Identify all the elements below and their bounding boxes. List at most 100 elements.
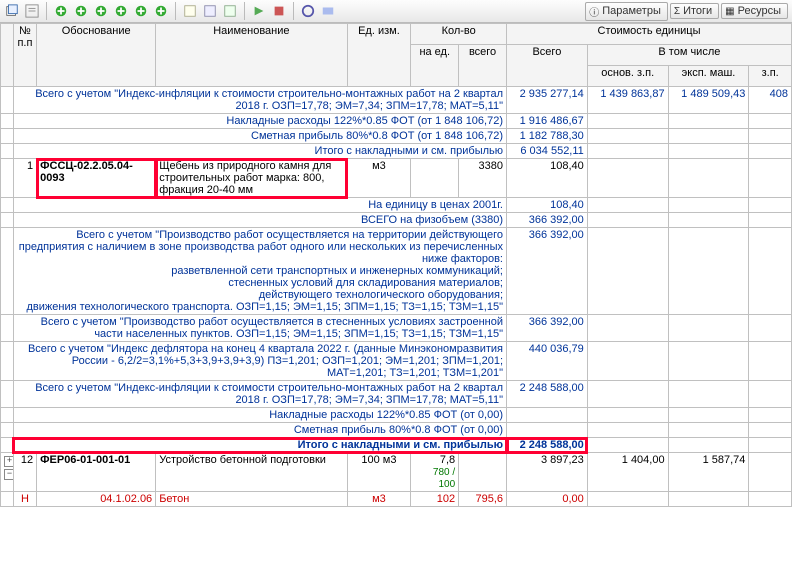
cell-osn	[587, 228, 668, 315]
toolbar-icon[interactable]	[320, 3, 336, 19]
cell-osn	[587, 129, 668, 144]
sigma-icon: Σ	[674, 6, 680, 17]
cell-eksp: 1 587,74	[668, 453, 749, 492]
cell-vsego: 366 392,00	[507, 213, 588, 228]
cell-vsego	[507, 423, 588, 438]
cell-vsego: 366 392,00	[507, 315, 588, 342]
col-kolvo[interactable]: Кол-во	[411, 24, 507, 45]
col-edizm[interactable]: Ед. изм.	[347, 24, 411, 87]
cell-osn	[587, 198, 668, 213]
col-naim[interactable]: Наименование	[156, 24, 347, 87]
cell-osn	[587, 315, 668, 342]
cell-eksp	[668, 129, 749, 144]
toolbar-icon[interactable]	[251, 3, 267, 19]
cell-zp	[749, 129, 792, 144]
cell-cost-vsego: 0,00	[507, 492, 588, 507]
box-icon: ▦	[725, 6, 734, 17]
toolbar-icon[interactable]	[300, 3, 316, 19]
summary-text: Всего с учетом "Производство работ осуще…	[13, 315, 506, 342]
tab-itogi[interactable]: Σ Итоги	[670, 3, 719, 19]
summary-text: Сметная прибыль 80%*0.8 ФОТ (от 0,00)	[13, 423, 506, 438]
cell-osn: 1 404,00	[587, 453, 668, 492]
cell-osn	[587, 423, 668, 438]
col-zp[interactable]: з.п.	[749, 66, 792, 87]
table-row[interactable]: Итого с накладными и см. прибылью6 034 5…	[1, 144, 792, 159]
summary-text: Итого с накладными и см. прибылью	[13, 438, 506, 453]
toolbar-icon[interactable]	[182, 3, 198, 19]
cell-zp	[749, 438, 792, 453]
add-green-icon[interactable]	[113, 3, 129, 19]
table-row[interactable]: Всего с учетом "Производство работ осуще…	[1, 315, 792, 342]
summary-text: Всего с учетом "Производство работ осуще…	[13, 228, 506, 315]
add-green-icon[interactable]	[53, 3, 69, 19]
table-row[interactable]: На единицу в ценах 2001г.108,40	[1, 198, 792, 213]
cell-zp	[749, 381, 792, 408]
tab-label: Параметры	[602, 5, 661, 17]
table-row[interactable]: 1ФССЦ-02.2.05.04-0093Щебень из природног…	[1, 159, 792, 198]
col-osn[interactable]: основ. з.п.	[587, 66, 668, 87]
tree-toggle[interactable]	[1, 159, 14, 198]
table-row[interactable]: Всего с учетом "Индекс-инфляции к стоимо…	[1, 87, 792, 114]
cell-osn	[587, 213, 668, 228]
cell-vsego: 440 036,79	[507, 342, 588, 381]
cell-vsego	[507, 408, 588, 423]
col-stoim[interactable]: Стоимость единицы	[507, 24, 792, 45]
cell-letter: Н	[13, 492, 36, 507]
cell-eksp: 1 489 509,43	[668, 87, 749, 114]
toolbar-icon[interactable]	[4, 3, 20, 19]
cell-zp	[749, 114, 792, 129]
table-row[interactable]: Всего с учетом "Индекс дефлятора на коне…	[1, 342, 792, 381]
col-eksp[interactable]: эксп. маш.	[668, 66, 749, 87]
add-green-icon[interactable]	[133, 3, 149, 19]
summary-text: На единицу в ценах 2001г.	[13, 198, 506, 213]
tab-resursy[interactable]: ▦ Ресурсы	[721, 3, 788, 19]
table-row[interactable]: ВСЕГО на физобъем (3380)366 392,00	[1, 213, 792, 228]
table-row[interactable]: Всего с учетом "Индекс-инфляции к стоимо…	[1, 381, 792, 408]
table-row[interactable]: Итого с накладными и см. прибылью2 248 5…	[1, 438, 792, 453]
table-row[interactable]: Накладные расходы 122%*0.85 ФОТ (от 0,00…	[1, 408, 792, 423]
cell-zp	[749, 423, 792, 438]
tree-toggle[interactable]: +−	[1, 453, 14, 492]
table-row[interactable]: +−12ФЕР06-01-001-01Устройство бетонной п…	[1, 453, 792, 492]
add-green-icon[interactable]	[93, 3, 109, 19]
cell-osn	[587, 381, 668, 408]
cell-zp	[749, 159, 792, 198]
cell-osn: 1 439 863,87	[587, 87, 668, 114]
cell-eksp	[668, 315, 749, 342]
col-vtom[interactable]: В том числе	[587, 45, 791, 66]
toolbar-icon[interactable]	[271, 3, 287, 19]
cell-edizm: 100 м3	[347, 453, 411, 492]
cell-name: Устройство бетонной подготовки	[156, 453, 347, 492]
cell-zp	[749, 315, 792, 342]
cell-eksp	[668, 228, 749, 315]
col-vsego-cost[interactable]: Всего	[507, 45, 588, 87]
tab-label: Ресурсы	[738, 5, 781, 17]
toolbar-icon[interactable]	[24, 3, 40, 19]
summary-text: Всего с учетом "Индекс дефлятора на коне…	[13, 342, 506, 381]
summary-text: Сметная прибыль 80%*0.8 ФОТ (от 1 848 10…	[13, 129, 506, 144]
cell-code: ФЕР06-01-001-01	[37, 453, 156, 492]
table-row[interactable]: Н04.1.02.06Бетонм3102795,60,00	[1, 492, 792, 507]
add-green-icon[interactable]	[153, 3, 169, 19]
cell-kolvo-naed: 7,8780 / 100	[411, 453, 459, 492]
table-row[interactable]: Всего с учетом "Производство работ осуще…	[1, 228, 792, 315]
estimate-grid[interactable]: № п.п Обоснование Наименование Ед. изм. …	[0, 23, 792, 507]
toolbar-icon[interactable]	[202, 3, 218, 19]
add-green-icon[interactable]	[73, 3, 89, 19]
tab-params[interactable]: ⓘ Параметры	[585, 2, 668, 21]
cell-zp	[749, 342, 792, 381]
table-row[interactable]: Накладные расходы 122%*0.85 ФОТ (от 1 84…	[1, 114, 792, 129]
col-obosn[interactable]: Обоснование	[37, 24, 156, 87]
cell-eksp	[668, 159, 749, 198]
cell-vsego: 1 182 788,30	[507, 129, 588, 144]
cell-eksp	[668, 342, 749, 381]
cell-kolvo-vsego	[459, 453, 507, 492]
table-row[interactable]: Сметная прибыль 80%*0.8 ФОТ (от 0,00)	[1, 423, 792, 438]
toolbar-icon[interactable]	[222, 3, 238, 19]
cell-zp	[749, 144, 792, 159]
col-vsego[interactable]: всего	[459, 45, 507, 87]
col-naed[interactable]: на ед.	[411, 45, 459, 87]
table-row[interactable]: Сметная прибыль 80%*0.8 ФОТ (от 1 848 10…	[1, 129, 792, 144]
col-npp[interactable]: № п.п	[13, 24, 36, 87]
cell-zp	[749, 198, 792, 213]
